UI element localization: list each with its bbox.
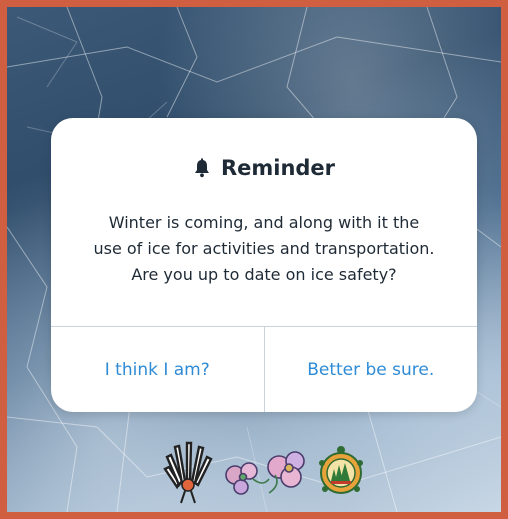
i-think-i-am-button[interactable]: I think I am? <box>51 327 264 412</box>
floral-beadwork-logo <box>225 451 305 495</box>
better-be-sure-button[interactable]: Better be sure. <box>263 327 478 412</box>
message-line: Are you up to date on ice safety? <box>131 265 397 284</box>
headdress-logo <box>163 441 213 504</box>
background-ice: Reminder Winter is coming, and along wit… <box>7 7 501 512</box>
dialog-header: Reminder <box>51 156 477 180</box>
dialog-buttons: I think I am? Better be sure. <box>51 326 477 412</box>
message-line: Winter is coming, and along with it the <box>108 213 420 232</box>
reminder-dialog: Reminder Winter is coming, and along wit… <box>51 118 477 412</box>
partner-logos <box>163 441 363 504</box>
turtle-trees-logo <box>319 446 363 494</box>
bell-icon <box>193 158 211 178</box>
dialog-title: Reminder <box>220 156 336 180</box>
dialog-message: Winter is coming, and along with it the … <box>71 210 457 288</box>
message-line: use of ice for activities and transporta… <box>93 239 435 258</box>
